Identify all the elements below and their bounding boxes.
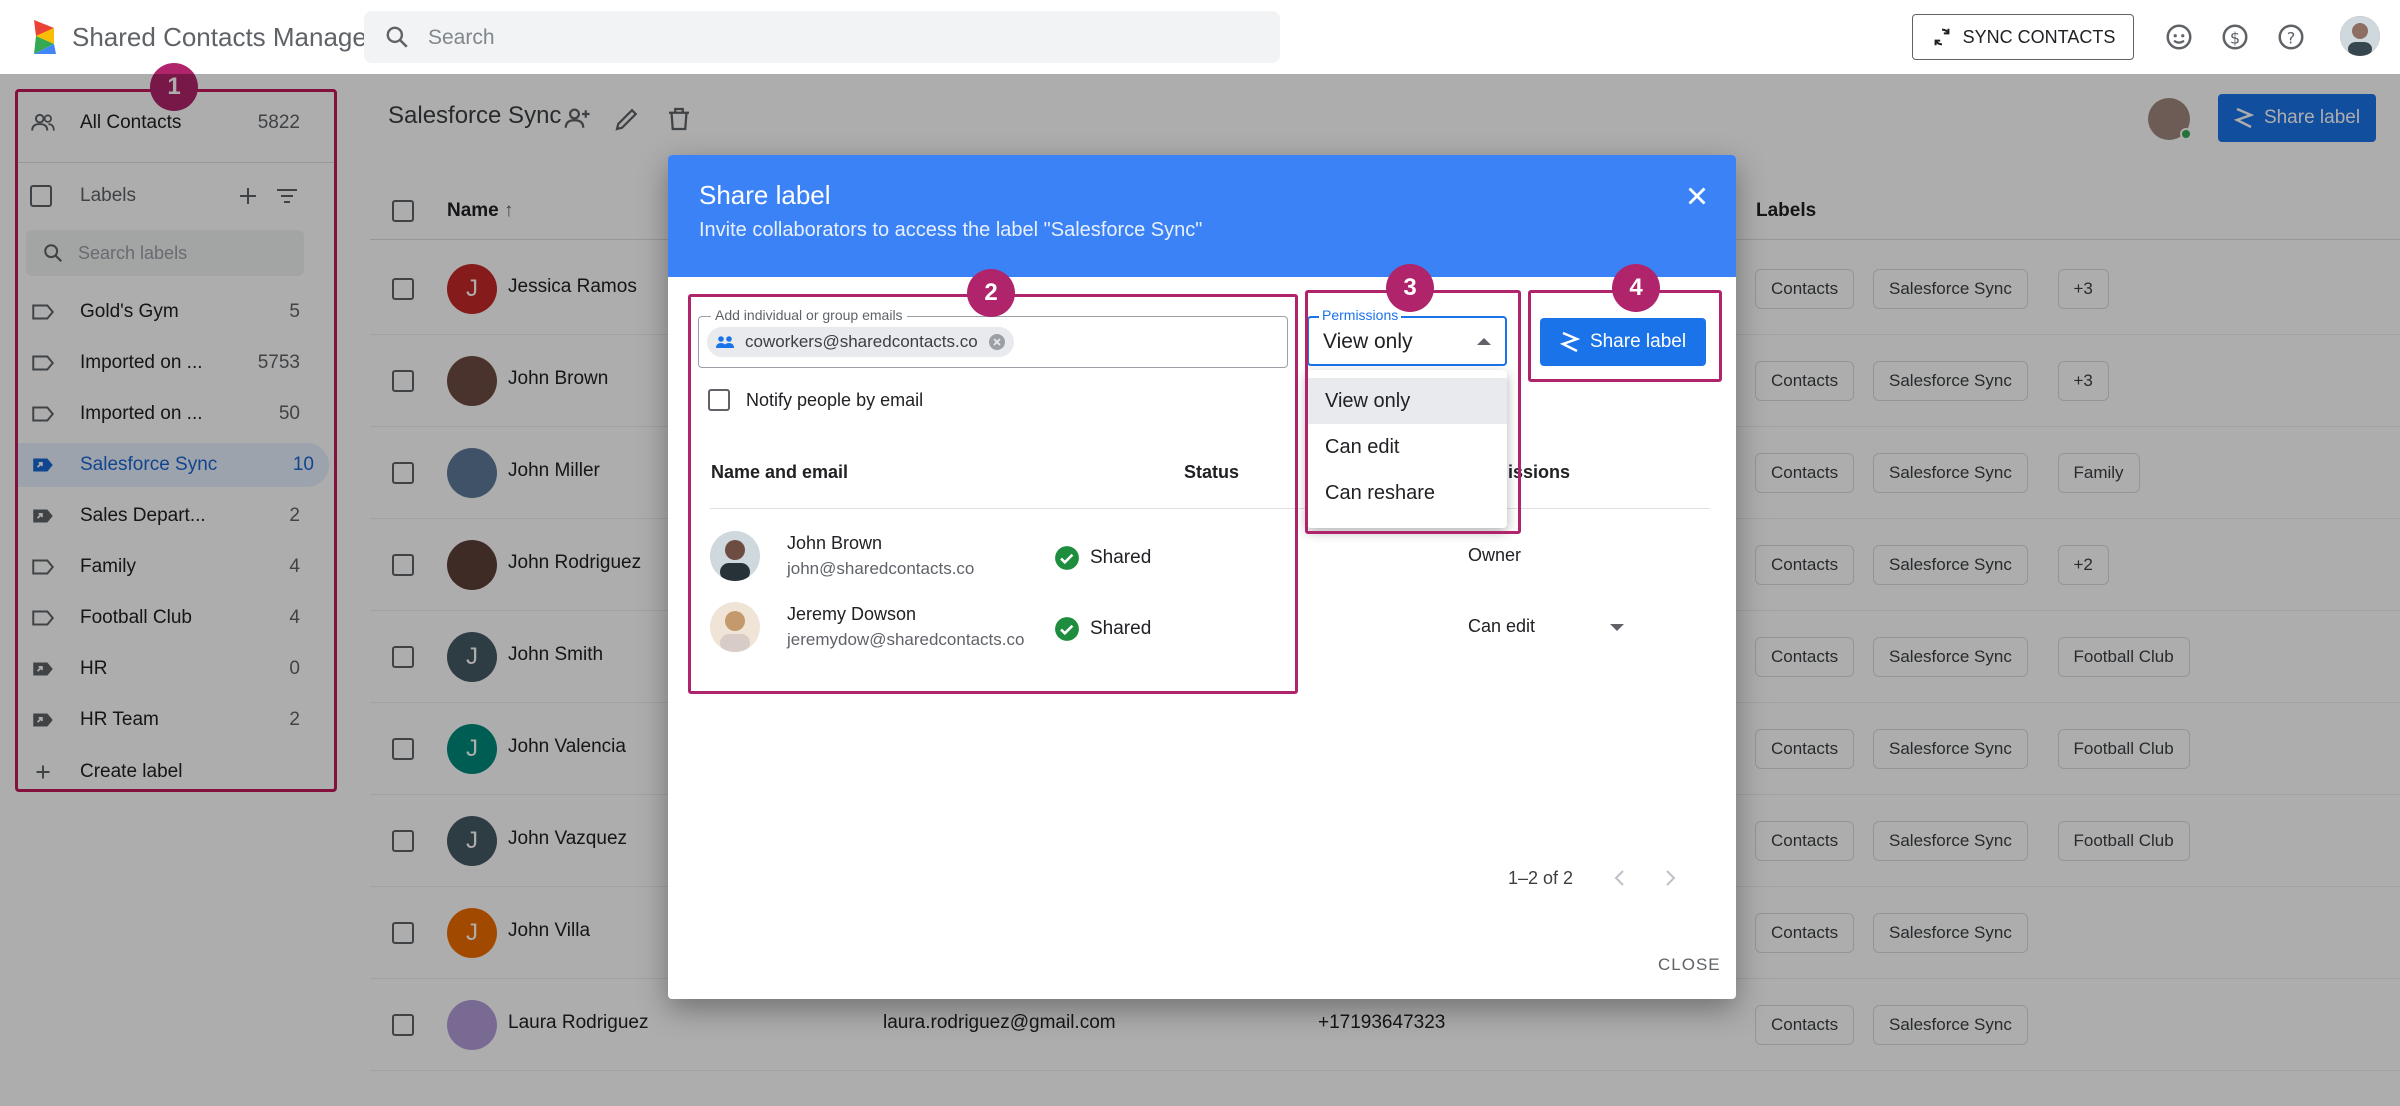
- dialog-title: Share label: [699, 180, 831, 210]
- billing-icon[interactable]: $: [2220, 22, 2250, 52]
- prev-page-icon[interactable]: [1608, 866, 1632, 890]
- caret-down-icon: [1610, 624, 1624, 631]
- permission-select[interactable]: Can edit: [1468, 616, 1624, 637]
- step-badge-3: 3: [1386, 264, 1434, 312]
- sync-contacts-label: SYNC CONTACTS: [1962, 26, 2116, 47]
- step-badge-4: 4: [1612, 264, 1660, 312]
- user-avatar[interactable]: [2340, 16, 2380, 56]
- next-page-icon[interactable]: [1658, 866, 1682, 890]
- user-avatar-image: [2340, 16, 2380, 56]
- pagination-text: 1–2 of 2: [1508, 868, 1574, 888]
- search-icon: [386, 26, 408, 48]
- step-badge-2: 2: [967, 269, 1015, 317]
- sync-contacts-button[interactable]: SYNC CONTACTS: [1912, 14, 2134, 60]
- highlight-box-3: [1305, 290, 1521, 534]
- search-bar[interactable]: Search: [364, 11, 1280, 63]
- app-title: Shared Contacts Manager: [72, 22, 376, 52]
- help-icon[interactable]: ?: [2276, 22, 2306, 52]
- permission-owner: Owner: [1468, 545, 1522, 565]
- dialog-subtitle: Invite collaborators to access the label…: [699, 219, 1203, 241]
- search-placeholder: Search: [428, 26, 495, 49]
- support-agent-icon[interactable]: [2164, 22, 2194, 52]
- svg-text:?: ?: [2287, 28, 2296, 47]
- close-button[interactable]: CLOSE: [1658, 955, 1721, 975]
- app-logo-icon: [34, 20, 56, 54]
- svg-text:$: $: [2230, 28, 2240, 47]
- dialog-close-icon[interactable]: [1682, 181, 1712, 211]
- highlight-box-2: [688, 294, 1298, 694]
- sync-icon: [1934, 28, 1950, 46]
- app-header: Shared Contacts Manager Search SYNC CONT…: [0, 0, 2400, 74]
- permission-value: Can edit: [1468, 616, 1536, 636]
- dialog-header: [668, 155, 1736, 277]
